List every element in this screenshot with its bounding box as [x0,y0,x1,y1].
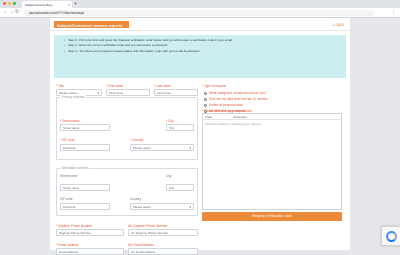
request-type-option[interactable]: What categories of data we hold on you? [204,91,267,95]
radio-icon[interactable] [204,91,207,95]
request-description-text: We look forward to reviewing your reques… [205,122,261,126]
describe-label: * Please describe your request [202,109,246,113]
maximize-window-icon[interactable] [13,2,16,5]
instructions-panel: Step 1 - Fill in the form and press the … [54,35,346,78]
street-label: * Street name [60,119,80,123]
phone-input[interactable]: Daytime Phone Number [56,229,124,236]
clear-button[interactable]: Clear [205,115,212,119]
phone-label: * Daytime Phone Number [56,224,93,228]
first-name-input[interactable]: First name [106,89,150,96]
alt-address-legend: Alternative address [60,166,91,170]
step-item: Step 3 - To review your consumer request… [64,49,341,54]
new-tab-icon[interactable]: + [74,1,77,7]
browser-tab[interactable]: Subject Access Req... × [22,1,72,8]
forward-arrow-icon[interactable]: → [9,10,14,15]
last-name-input[interactable]: Last name [154,89,198,96]
login-link[interactable]: Login [333,22,344,27]
alt-city-label: City [166,174,172,178]
radio-icon[interactable] [204,97,207,101]
alt-city-input[interactable]: City [166,184,194,191]
alt-phone-label: Alt. Daytime Phone Number [128,224,168,228]
browser-menu-icon[interactable]: ⋮ [391,9,396,15]
back-arrow-icon[interactable]: ← [3,10,8,15]
alt-zip-input[interactable]: Postcode [60,203,110,210]
first-name-label: * First name [106,84,124,88]
url-text: accountevader.com/?/?/?/dsr/new.aspx [29,11,85,16]
city-input[interactable]: City [166,124,194,131]
request-type-option[interactable]: Give me my data from the last 12 months [204,97,267,101]
city-label: * City [166,119,174,123]
alt-street-label: Street name [60,174,78,178]
email-input[interactable]: Email address [56,248,124,255]
recaptcha-icon [386,231,397,242]
page-content: Subject/Consumer access request Login St… [50,18,350,255]
title-label: * Title [56,84,64,88]
zip-label: * ZIP code [60,138,75,142]
page-title: Subject/Consumer access request [54,21,129,28]
browser-chrome: Subject Access Req... × + ← → ↻ accounte… [0,0,400,18]
request-description-textarea[interactable]: Clear customers We look forward to revie… [202,113,342,210]
email-label: * Email Address [56,243,79,247]
alt-email-label: Alt. Email Address [128,243,154,247]
country-select[interactable]: Please select [130,144,194,151]
close-window-icon[interactable] [3,2,6,5]
customers-tab[interactable]: customers [233,115,247,119]
zip-input[interactable]: Postcode [60,144,110,151]
window-controls [3,2,16,5]
radio-icon[interactable] [204,103,207,107]
browser-toolbar: ← → ↻ accountevader.com/?/?/?/dsr/new.as… [0,8,400,18]
alt-phone-input[interactable]: Alt. Daytime Phone Number [128,229,198,236]
tab-close-icon[interactable]: × [68,3,70,7]
last-name-label: * Last name [154,84,172,88]
country-label: * Country [130,138,144,142]
street-input[interactable]: Street name [60,124,110,131]
page-header: Subject/Consumer access request Login [50,18,350,31]
alt-street-input[interactable]: Street name [60,184,110,191]
alt-country-select[interactable]: Please select [130,203,194,210]
reload-icon[interactable]: ↻ [15,10,19,15]
address-bar[interactable]: accountevader.com/?/?/?/dsr/new.aspx [24,10,374,16]
alt-country-label: Country [130,197,142,201]
tab-strip: Subject Access Req... × + [0,0,400,8]
alt-email-input[interactable]: Alt. Email address [128,248,198,255]
minimize-window-icon[interactable] [8,2,11,5]
request-description-toolbar: Clear customers [203,114,341,120]
alt-zip-label: ZIP code [60,197,73,201]
recaptcha-badge[interactable] [381,226,400,246]
primary-address-legend: Primary address [60,95,87,99]
tab-title: Subject Access Req... [25,3,55,7]
request-type-option[interactable]: Delete all personal data [204,103,243,107]
request-verification-button[interactable]: Request verification code [202,212,342,221]
request-type-label: * Type of request [202,84,227,88]
